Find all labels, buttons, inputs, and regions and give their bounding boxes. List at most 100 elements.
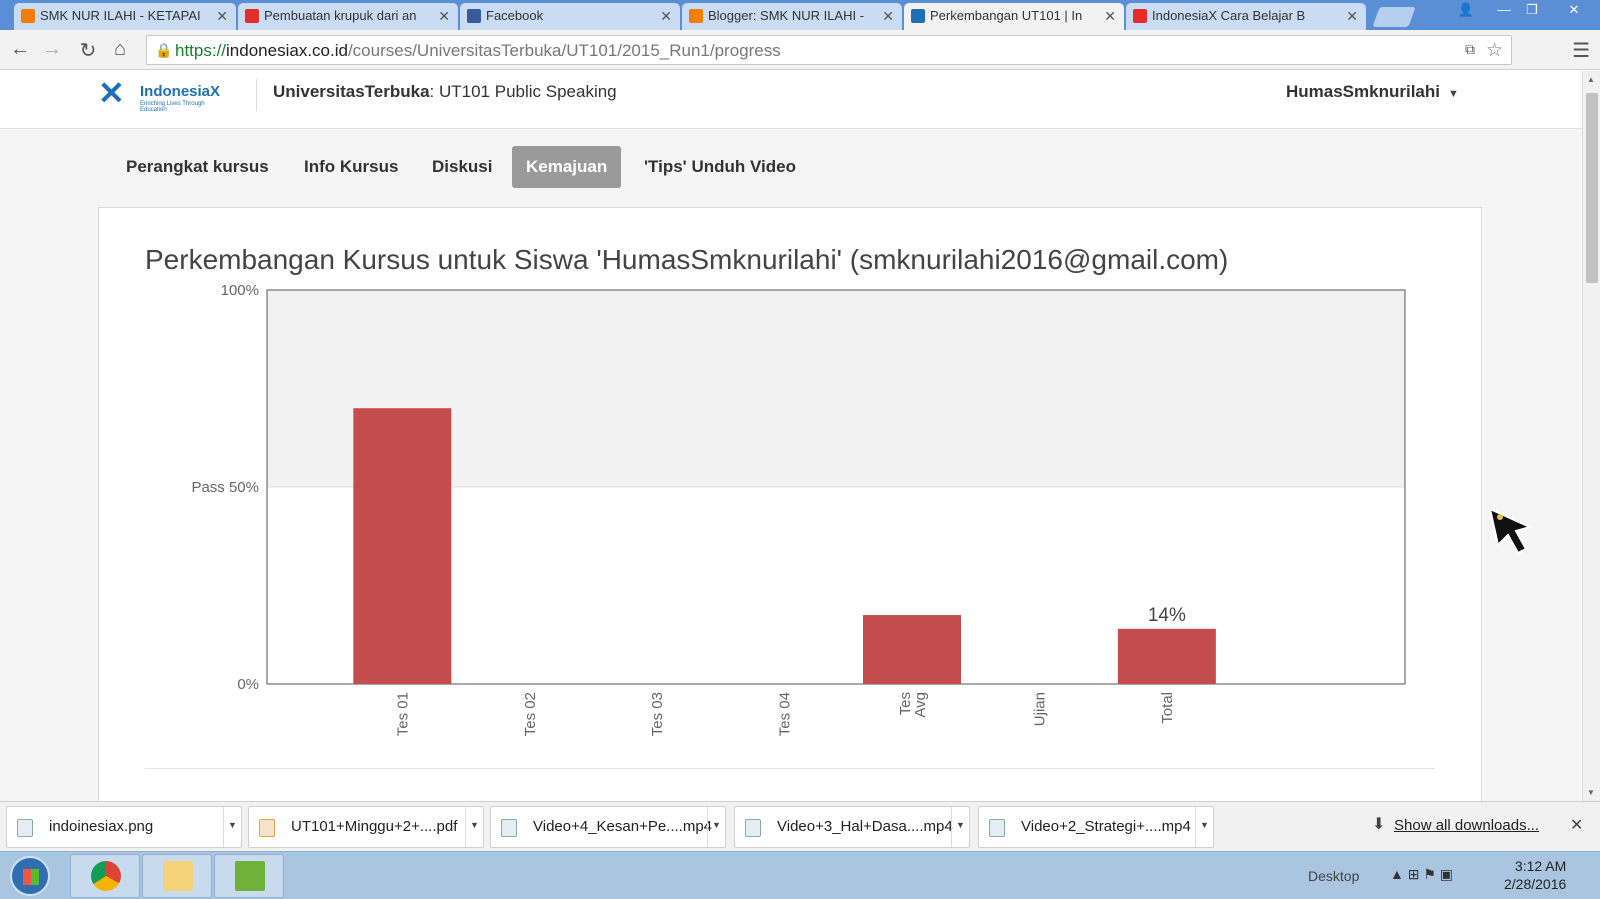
close-tab-icon[interactable]: ✕ — [882, 3, 894, 29]
download-item[interactable]: Video+4_Kesan+Pe....mp4 ▼ — [490, 806, 726, 848]
download-menu-caret[interactable]: ▼ — [223, 807, 241, 847]
download-menu-caret[interactable]: ▼ — [1195, 807, 1213, 847]
forward-icon[interactable]: → — [40, 38, 64, 61]
x-tick-text: Tes 01 — [394, 692, 411, 736]
mouse-cursor-icon — [1488, 507, 1533, 555]
x-tick-text: Tes 03 — [649, 692, 666, 736]
facebook-icon — [467, 9, 481, 23]
logo-tagline: Enriching Lives Through Education — [140, 101, 205, 113]
taskbar-app[interactable] — [214, 854, 284, 898]
system-tray[interactable]: ▲ ⊞ ⚑ ▣ — [1390, 866, 1453, 883]
scroll-down-icon[interactable]: ▼ — [1587, 788, 1595, 797]
x-tick-label: Ujian — [1031, 692, 1048, 726]
course-name: : UT101 Public Speaking — [429, 82, 617, 101]
url-scheme: https:// — [175, 41, 227, 60]
reload-icon[interactable]: ↻ — [76, 38, 100, 63]
new-tab-button[interactable] — [1372, 7, 1416, 27]
download-menu-caret[interactable]: ▼ — [465, 807, 483, 847]
indonesiax-logo[interactable]: ✕ IndonesiaX Enriching Lives Through Edu… — [98, 74, 224, 114]
user-menu[interactable]: HumasSmknurilahi ▼ — [1286, 82, 1459, 102]
bar — [353, 408, 452, 684]
close-tab-icon[interactable]: ✕ — [438, 3, 450, 29]
bar — [1117, 628, 1216, 684]
downloads-bar: indoinesiax.png ▼ UT101+Minggu+2+....pdf… — [0, 801, 1600, 851]
y-tick-label: Pass 50% — [191, 479, 259, 496]
progress-chart: 100% Pass 50% 0% Tes 01 Tes 02 Tes 03 Tes 04 Te… — [191, 282, 1406, 736]
translate-icon[interactable]: ⧉ — [1465, 41, 1475, 58]
blogger-icon — [689, 9, 703, 23]
chart-title: Perkembangan Kursus untuk Siswa 'HumasSm… — [145, 244, 1229, 275]
download-item[interactable]: indoinesiax.png ▼ — [6, 806, 242, 848]
url-host: indonesiax.co.id — [226, 41, 348, 60]
x-tick-text: TesAvg — [897, 692, 929, 718]
address-bar[interactable]: 🔒 https://indonesiax.co.id/courses/Unive… — [146, 35, 1512, 65]
close-tab-icon[interactable]: ✕ — [216, 3, 228, 29]
download-item[interactable]: UT101+Minggu+2+....pdf ▼ — [248, 806, 484, 848]
home-icon[interactable]: ⌂ — [108, 38, 132, 61]
close-tab-icon[interactable]: ✕ — [1104, 3, 1116, 29]
browser-tab[interactable]: SMK NUR ILAHI - KETAPAI ✕ — [14, 3, 236, 30]
pdf-file-icon — [259, 819, 275, 837]
browser-tab-strip: SMK NUR ILAHI - KETAPAI ✕ Pembuatan krup… — [0, 0, 1600, 30]
tab-title: SMK NUR ILAHI - KETAPAI — [40, 8, 201, 23]
url-path: /courses/UniversitasTerbuka/UT101/2015_R… — [347, 41, 781, 60]
bookmark-star-icon[interactable]: ☆ — [1486, 39, 1503, 62]
x-tick-text: Total — [1159, 692, 1176, 724]
windows-logo-icon — [23, 869, 39, 885]
download-filename: Video+4_Kesan+Pe....mp4 — [533, 818, 713, 835]
show-all-downloads-link[interactable]: Show all downloads... — [1394, 817, 1539, 834]
download-item[interactable]: Video+3_Hal+Dasa....mp4 ▼ — [734, 806, 970, 848]
close-window-icon[interactable]: ✕ — [1554, 0, 1594, 22]
y-tick-label: 100% — [221, 282, 259, 299]
tab-diskusi[interactable]: Diskusi — [418, 146, 506, 188]
x-tick-label: Tes 01 — [394, 692, 411, 736]
course-title: UniversitasTerbuka: UT101 Public Speakin… — [256, 79, 617, 111]
scroll-up-icon[interactable]: ▲ — [1587, 75, 1595, 84]
tab-kemajuan[interactable]: Kemajuan — [512, 146, 622, 188]
x-tick-label: Tes 04 — [777, 692, 794, 736]
app-icon — [235, 861, 265, 891]
system-clock[interactable]: 3:12 AM 2/28/2016 — [1504, 857, 1566, 893]
chrome-menu-icon[interactable]: ☰ — [1572, 38, 1590, 63]
download-menu-caret[interactable]: ▼ — [951, 807, 969, 847]
tab-info-kursus[interactable]: Info Kursus — [290, 146, 412, 188]
download-item[interactable]: Video+2_Strategi+....mp4 ▼ — [978, 806, 1214, 848]
x-tick-label: Total — [1159, 692, 1176, 724]
video-file-icon — [989, 819, 1005, 837]
x-tick-text: Tes 02 — [522, 692, 539, 736]
scrollbar-thumb[interactable] — [1586, 93, 1598, 283]
page-scrollbar[interactable]: ▲ ▼ — [1582, 71, 1600, 801]
caret-down-icon: ▼ — [1448, 88, 1459, 100]
browser-tab[interactable]: IndonesiaX Cara Belajar B ✕ — [1126, 3, 1366, 30]
close-tab-icon[interactable]: ✕ — [1346, 3, 1358, 29]
browser-toolbar: ← → ↻ ⌂ 🔒 https://indonesiax.co.id/cours… — [0, 30, 1600, 70]
tab-tips-unduh-video[interactable]: 'Tips' Unduh Video — [630, 146, 810, 188]
x-tick-label: TesAvg — [897, 692, 929, 718]
page-content: ✕ IndonesiaX Enriching Lives Through Edu… — [0, 71, 1582, 801]
browser-tab[interactable]: Facebook ✕ — [460, 3, 680, 30]
tab-title: Blogger: SMK NUR ILAHI - — [708, 8, 865, 23]
url-text: https://indonesiax.co.id/courses/Univers… — [175, 41, 781, 61]
download-menu-caret[interactable]: ▼ — [707, 807, 725, 847]
profile-icon[interactable]: 👤 — [1452, 0, 1480, 22]
download-filename: Video+2_Strategi+....mp4 — [1021, 818, 1191, 835]
restore-icon[interactable]: ❐ — [1518, 0, 1546, 22]
browser-tab[interactable]: Blogger: SMK NUR ILAHI - ✕ — [682, 3, 902, 30]
browser-tab[interactable]: Pembuatan krupuk dari an ✕ — [238, 3, 458, 30]
minimize-icon[interactable]: — — [1490, 0, 1518, 22]
taskbar-chrome[interactable] — [70, 854, 140, 898]
close-downloads-icon[interactable]: ✕ — [1570, 815, 1583, 835]
image-file-icon — [17, 819, 33, 837]
browser-tab-active[interactable]: Perkembangan UT101 | In ✕ — [904, 3, 1124, 30]
download-arrow-icon: ⬇ — [1372, 816, 1386, 833]
x-tick-text: Tes 04 — [777, 692, 794, 736]
progress-card: Perkembangan Kursus untuk Siswa 'HumasSm… — [98, 207, 1482, 801]
logo-mark-icon: ✕ — [98, 75, 125, 111]
taskbar-explorer[interactable] — [142, 854, 212, 898]
start-button[interactable] — [10, 856, 50, 896]
desktop-toolbar-label[interactable]: Desktop — [1308, 868, 1359, 884]
back-icon[interactable]: ← — [8, 38, 32, 61]
x-tick-label: Tes 03 — [649, 692, 666, 736]
tab-perangkat-kursus[interactable]: Perangkat kursus — [112, 146, 283, 188]
close-tab-icon[interactable]: ✕ — [660, 3, 672, 29]
